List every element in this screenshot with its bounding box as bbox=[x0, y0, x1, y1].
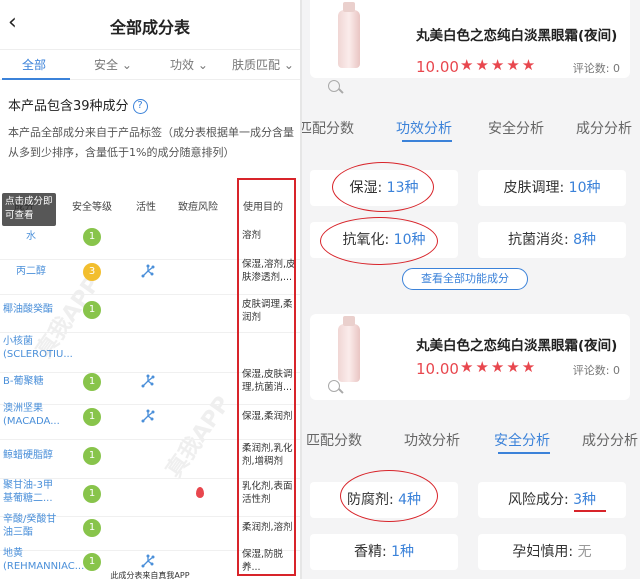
active-ingredient-icon bbox=[140, 373, 156, 389]
tab-efficacy[interactable]: 功效 ⌄ bbox=[170, 56, 208, 73]
help-icon[interactable]: ? bbox=[132, 99, 148, 114]
safety-value: 3种 bbox=[573, 492, 597, 508]
highlight-box bbox=[237, 178, 296, 576]
tab-safety-analysis[interactable]: 安全分析 bbox=[488, 118, 544, 138]
analysis-tabs: 匹配分数 功效分析 安全分析 成分分析 bbox=[302, 424, 640, 454]
tab-efficacy-label: 功效 bbox=[170, 58, 195, 72]
active-tab-indicator bbox=[2, 78, 70, 80]
efficacy-value: 10种 bbox=[568, 180, 601, 196]
filter-tabs: 全部 安全 ⌄ 功效 ⌄ 肤质匹配 ⌄ bbox=[0, 50, 300, 80]
tab-safety-label: 安全 bbox=[94, 58, 119, 72]
active-ingredient-icon bbox=[140, 408, 156, 424]
chevron-down-icon: ⌄ bbox=[194, 58, 208, 72]
view-all-button[interactable]: 查看全部功能成分 bbox=[402, 268, 528, 290]
product-image bbox=[338, 316, 360, 382]
safety-level-badge: 3 bbox=[83, 263, 101, 281]
product-score: 10.00 bbox=[416, 360, 459, 378]
annotation-circle bbox=[320, 217, 438, 265]
tab-all[interactable]: 全部 bbox=[22, 56, 46, 73]
tab-skin-match[interactable]: 肤质匹配 ⌄ bbox=[232, 56, 294, 73]
product-name: 丸美白色之恋纯白淡黑眼霜(夜间) bbox=[416, 28, 618, 44]
header: ‹ 全部成分表 bbox=[0, 0, 300, 50]
product-card[interactable]: 丸美白色之恋纯白淡黑眼霜(夜间) 10.00 ★★★★★ 评论数: 0 bbox=[310, 0, 630, 92]
safety-pregnancy[interactable]: 孕妇慎用: 无 bbox=[478, 534, 626, 570]
tab-ingredient-analysis[interactable]: 成分分析 bbox=[582, 430, 638, 450]
efficacy-label: 皮肤调理: bbox=[503, 180, 569, 196]
active-tab-indicator bbox=[402, 140, 452, 142]
analysis-tabs: 匹配分数 功效分析 安全分析 成分分析 bbox=[302, 112, 640, 142]
column-safety: 安全等级 bbox=[72, 202, 112, 213]
ingredient-name[interactable]: 椰油酸癸酯 bbox=[3, 303, 59, 316]
source-note: 本产品全部成分来自于产品标签（成分表根据单一成分含量从多到少排序，含量低于1%的… bbox=[8, 126, 294, 159]
safety-level-badge: 1 bbox=[83, 519, 101, 537]
annotation-underline bbox=[574, 510, 606, 512]
chevron-down-icon: ⌄ bbox=[280, 58, 294, 72]
tab-safety[interactable]: 安全 ⌄ bbox=[94, 56, 132, 73]
tab-safety-analysis[interactable]: 安全分析 bbox=[494, 430, 550, 450]
safety-level-badge: 1 bbox=[83, 373, 101, 391]
safety-label: 风险成分: bbox=[507, 492, 574, 508]
product-image bbox=[338, 2, 360, 68]
tab-skin-match-label: 肤质匹配 bbox=[232, 58, 281, 72]
ingredient-name[interactable]: 鲸蜡硬脂醇 bbox=[3, 449, 59, 462]
safety-level-badge: 1 bbox=[83, 408, 101, 426]
chevron-down-icon: ⌄ bbox=[118, 58, 132, 72]
product-score: 10.00 bbox=[416, 58, 459, 76]
ingredient-name[interactable]: B-葡聚糖 bbox=[3, 375, 59, 388]
safety-value: 1种 bbox=[391, 544, 415, 560]
tab-efficacy-analysis[interactable]: 功效分析 bbox=[404, 430, 460, 450]
ingredient-name[interactable]: 澳洲坚果(MACADA... bbox=[3, 402, 60, 428]
ingredient-name[interactable]: 小核菌(SCLEROTIU... bbox=[3, 335, 73, 361]
safety-label: 孕妇慎用: bbox=[512, 544, 578, 560]
safety-level-badge: 1 bbox=[83, 553, 101, 571]
safety-level-badge: 1 bbox=[83, 485, 101, 503]
safety-level-badge: 1 bbox=[83, 447, 101, 465]
search-icon[interactable] bbox=[328, 80, 340, 92]
active-ingredient-icon bbox=[140, 553, 156, 569]
ingredient-name[interactable]: 辛酸/癸酸甘油三酯 bbox=[3, 513, 59, 539]
footer-note: 此成分表来自真我APP bbox=[110, 571, 190, 579]
annotation-circle bbox=[340, 470, 438, 522]
review-count: 评论数: 0 bbox=[572, 62, 620, 75]
safety-level-badge: 1 bbox=[83, 228, 101, 246]
product-name: 丸美白色之恋纯白淡黑眼霜(夜间) bbox=[416, 338, 618, 354]
page-title: 全部成分表 bbox=[109, 18, 190, 37]
search-icon[interactable] bbox=[328, 380, 340, 392]
tab-match-score[interactable]: 匹配分数 bbox=[302, 118, 354, 138]
ingredient-list-panel: 真我APP 真我APP ‹ 全部成分表 全部 安全 ⌄ 功效 ⌄ 肤质匹配 ⌄ … bbox=[0, 0, 300, 579]
column-acne: 致痘风险 bbox=[178, 202, 218, 213]
ingredient-summary: 本产品包含39种成分? bbox=[8, 95, 148, 114]
ingredient-name[interactable]: 水 bbox=[3, 230, 59, 243]
column-active: 活性 bbox=[136, 202, 156, 213]
tab-match-score[interactable]: 匹配分数 bbox=[306, 430, 362, 450]
tooltip: 点击成分即可查看 bbox=[2, 193, 56, 226]
rating-stars: ★★★★★ bbox=[460, 358, 538, 376]
review-count: 评论数: 0 bbox=[572, 364, 620, 377]
safety-fragrance[interactable]: 香精: 1种 bbox=[310, 534, 458, 570]
safety-value: 无 bbox=[577, 544, 592, 560]
safety-label: 香精: bbox=[353, 544, 392, 560]
safety-risk-ingredients[interactable]: 风险成分: 3种 bbox=[478, 482, 626, 518]
active-tab-indicator bbox=[498, 452, 550, 454]
ingredient-count: 本产品包含39种成分 bbox=[8, 99, 129, 114]
ingredient-name[interactable]: 丙二醇 bbox=[3, 265, 59, 278]
efficacy-antibacterial[interactable]: 抗菌消炎: 8种 bbox=[478, 222, 626, 258]
safety-level-badge: 1 bbox=[83, 301, 101, 319]
efficacy-skin-conditioning[interactable]: 皮肤调理: 10种 bbox=[478, 170, 626, 206]
rating-stars: ★★★★★ bbox=[460, 56, 538, 74]
active-ingredient-icon bbox=[140, 263, 156, 279]
tab-ingredient-analysis[interactable]: 成分分析 bbox=[576, 118, 632, 138]
analysis-panel: 丸美白色之恋纯白淡黑眼霜(夜间) 10.00 ★★★★★ 评论数: 0 匹配分数… bbox=[302, 0, 640, 579]
annotation-circle bbox=[332, 162, 434, 212]
efficacy-label: 抗菌消炎: bbox=[507, 232, 574, 248]
efficacy-value: 8种 bbox=[573, 232, 597, 248]
ingredient-name[interactable]: 聚甘油-3甲基葡糖二... bbox=[3, 479, 59, 505]
acne-risk-icon bbox=[196, 487, 204, 498]
product-card[interactable]: 丸美白色之恋纯白淡黑眼霜(夜间) 10.00 ★★★★★ 评论数: 0 bbox=[310, 314, 630, 400]
tab-efficacy-analysis[interactable]: 功效分析 bbox=[396, 118, 452, 138]
